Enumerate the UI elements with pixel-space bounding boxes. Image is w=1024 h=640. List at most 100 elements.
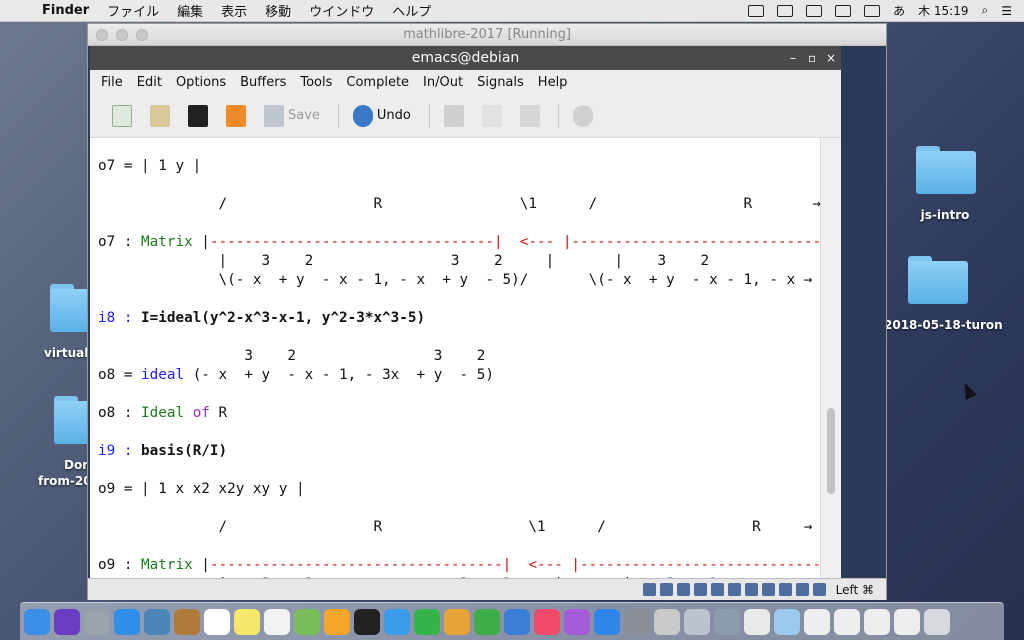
copy-button[interactable] xyxy=(481,102,502,130)
mouse-icon[interactable] xyxy=(795,583,809,596)
music-icon[interactable] xyxy=(534,608,560,635)
buffer-text: ---------------------------------| <--- … xyxy=(209,234,820,250)
menu-item[interactable]: Tools xyxy=(293,75,339,90)
input-method[interactable]: あ xyxy=(893,2,905,19)
list-icon[interactable]: ☰ xyxy=(1001,4,1012,18)
menu-edit[interactable]: 編集 xyxy=(168,1,212,20)
audio-icon[interactable] xyxy=(676,583,690,596)
window-thumbnail-icon[interactable] xyxy=(804,608,830,635)
window-thumbnail-icon[interactable] xyxy=(834,608,860,635)
launchpad-icon[interactable] xyxy=(84,608,110,635)
siri-icon[interactable] xyxy=(54,608,80,635)
calendar-icon[interactable] xyxy=(204,608,230,635)
photos-icon[interactable] xyxy=(324,608,350,635)
maps-icon[interactable] xyxy=(294,608,320,635)
window-thumbnail-icon[interactable] xyxy=(894,608,920,635)
menu-finder[interactable]: Finder xyxy=(40,3,98,18)
buffer-line xyxy=(98,290,820,309)
vertical-scrollbar[interactable] xyxy=(820,138,841,578)
save-button[interactable]: Save xyxy=(264,102,320,130)
preview-icon[interactable] xyxy=(684,608,710,635)
window-thumbnail-icon[interactable] xyxy=(864,608,890,635)
xquartz-icon[interactable] xyxy=(654,608,680,635)
mouse-pointer-icon xyxy=(959,380,977,400)
emacs-minimize-button[interactable]: – xyxy=(790,46,796,70)
paste-button[interactable] xyxy=(519,102,540,130)
scrollbar-thumb[interactable] xyxy=(827,408,835,494)
pages-icon[interactable] xyxy=(444,608,470,635)
minimize-button[interactable] xyxy=(116,29,128,41)
hdd-icon[interactable] xyxy=(642,583,656,596)
cpu-icon[interactable] xyxy=(778,583,792,596)
airplay-icon[interactable] xyxy=(777,4,794,17)
books-icon[interactable] xyxy=(564,608,590,635)
virtualbox-window: mathlibre-2017 [Running] emacs@debian – … xyxy=(87,23,887,600)
facetime-icon[interactable] xyxy=(414,608,440,635)
menu-item[interactable]: Edit xyxy=(130,75,169,90)
terminal-icon xyxy=(188,104,208,127)
search-icon[interactable]: ⌕ xyxy=(982,3,989,18)
battery-icon[interactable] xyxy=(864,4,881,17)
trash-icon[interactable] xyxy=(924,608,950,635)
buffer-text: ideal xyxy=(141,367,185,383)
menu-item[interactable]: In/Out xyxy=(416,75,470,90)
emacs-buffer[interactable]: o7 = | 1 y | / R \1 / R → o7 : Matrix |--… xyxy=(90,138,820,578)
vbox-title: mathlibre-2017 [Running] xyxy=(403,27,571,42)
emacs-close-button[interactable]: × xyxy=(826,46,836,70)
search-button[interactable] xyxy=(572,102,593,130)
close-button[interactable] xyxy=(96,29,108,41)
safari-icon[interactable] xyxy=(114,608,140,635)
cut-button[interactable] xyxy=(443,102,464,130)
keynote-icon[interactable] xyxy=(504,608,530,635)
video-capture-icon[interactable] xyxy=(761,583,775,596)
system-preferences-icon[interactable] xyxy=(624,608,650,635)
optical-drive-icon[interactable] xyxy=(659,583,673,596)
menu-item[interactable]: Options xyxy=(169,75,233,90)
folder-icon[interactable] xyxy=(908,256,968,304)
emacs-maximize-button[interactable]: ▫ xyxy=(808,46,816,70)
app-store-icon[interactable] xyxy=(594,608,620,635)
folder-icon[interactable] xyxy=(916,146,976,194)
menu-item[interactable]: Help xyxy=(531,75,575,90)
menu-item[interactable]: File xyxy=(94,75,130,90)
zoom-button[interactable] xyxy=(136,29,148,41)
menu-item[interactable]: Complete xyxy=(339,75,416,90)
open-button[interactable] xyxy=(150,102,170,130)
notes-icon[interactable] xyxy=(234,608,260,635)
network-icon[interactable] xyxy=(693,583,707,596)
wifi-icon[interactable] xyxy=(806,4,823,17)
clock[interactable]: 木 15:19 xyxy=(918,2,968,19)
menu-file[interactable]: ファイル xyxy=(98,1,168,20)
new-file-button[interactable] xyxy=(112,102,132,130)
numbers-icon[interactable] xyxy=(474,608,500,635)
dired-button[interactable] xyxy=(188,102,208,130)
keyboard-icon[interactable] xyxy=(812,583,826,596)
undo-button[interactable]: Undo xyxy=(352,102,411,130)
buffer-line xyxy=(98,328,820,347)
reminders-icon[interactable] xyxy=(264,608,290,635)
menu-item[interactable]: Signals xyxy=(470,75,531,90)
messages-icon[interactable] xyxy=(384,608,410,635)
virtualbox-icon[interactable] xyxy=(714,608,740,635)
menu-item[interactable]: Buffers xyxy=(233,75,293,90)
vbox-titlebar[interactable]: mathlibre-2017 [Running] xyxy=(88,24,886,46)
buffer-line: o7 : Matrix |---------------------------… xyxy=(98,233,820,252)
menu-view[interactable]: 表示 xyxy=(212,1,256,20)
emacs-titlebar[interactable]: emacs@debian – ▫ × xyxy=(90,46,841,70)
shared-folder-icon[interactable] xyxy=(727,583,741,596)
contacts-icon[interactable] xyxy=(174,608,200,635)
menu-go[interactable]: 移動 xyxy=(256,1,300,20)
menu-window[interactable]: ウインドウ xyxy=(300,1,383,20)
kill-buffer-button[interactable] xyxy=(226,102,246,130)
volume-icon[interactable] xyxy=(835,4,852,17)
menu-help[interactable]: ヘルプ xyxy=(383,1,440,20)
vm-window-icon[interactable] xyxy=(744,608,770,635)
toolbar-separator xyxy=(428,103,430,128)
usb-icon[interactable] xyxy=(710,583,724,596)
downloads-folder-icon[interactable] xyxy=(774,608,800,635)
terminal-app-icon[interactable] xyxy=(354,608,380,635)
dropbox-icon[interactable] xyxy=(748,4,765,17)
mail-icon[interactable] xyxy=(144,608,170,635)
display-icon[interactable] xyxy=(744,583,758,596)
finder-icon[interactable] xyxy=(24,608,50,635)
